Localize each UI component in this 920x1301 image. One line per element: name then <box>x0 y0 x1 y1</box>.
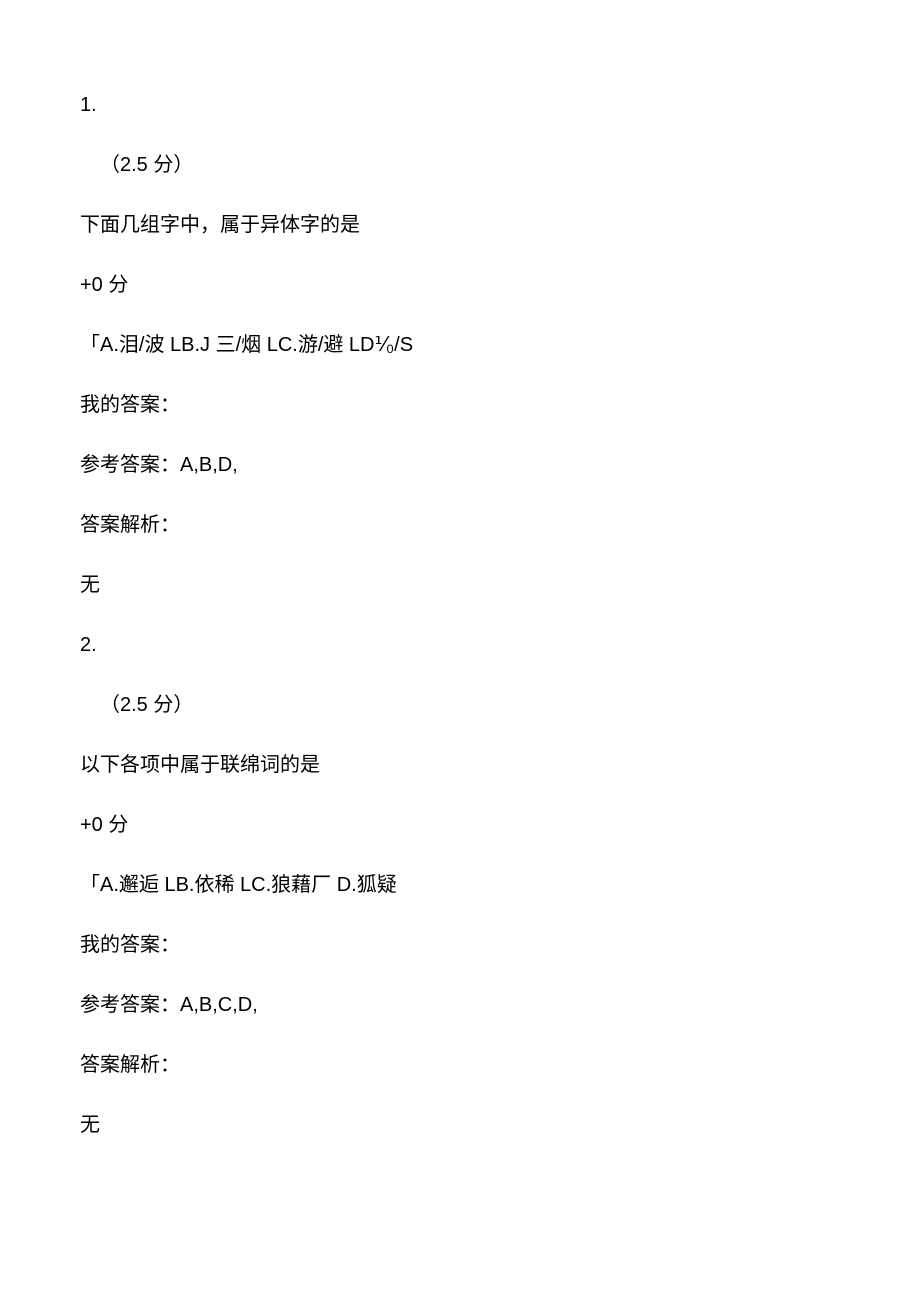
analysis-content: 无 <box>80 570 840 600</box>
question-points: （2.5 分） <box>80 690 840 720</box>
question-number: 1. <box>80 90 840 120</box>
analysis-label: 答案解析： <box>80 510 840 540</box>
question-options: 「A.泪/波 LB.J 三/烟 LC.游/避 LD⅟₀/S <box>80 330 840 360</box>
reference-answer: 参考答案：A,B,C,D, <box>80 990 840 1020</box>
my-answer-label: 我的答案： <box>80 930 840 960</box>
analysis-label: 答案解析： <box>80 1050 840 1080</box>
question-points: （2.5 分） <box>80 150 840 180</box>
question-score: +0 分 <box>80 270 840 300</box>
analysis-content: 无 <box>80 1110 840 1140</box>
question-prompt: 下面几组字中，属于异体字的是 <box>80 210 840 240</box>
question-options: 「A.邂逅 LB.依稀 LC.狼藉厂 D.狐疑 <box>80 870 840 900</box>
question-prompt: 以下各项中属于联绵词的是 <box>80 750 840 780</box>
question-number: 2. <box>80 630 840 660</box>
question-block: 2. （2.5 分） 以下各项中属于联绵词的是 +0 分 「A.邂逅 LB.依稀… <box>80 630 840 1140</box>
reference-answer: 参考答案：A,B,D, <box>80 450 840 480</box>
question-block: 1. （2.5 分） 下面几组字中，属于异体字的是 +0 分 「A.泪/波 LB… <box>80 90 840 600</box>
my-answer-label: 我的答案： <box>80 390 840 420</box>
question-score: +0 分 <box>80 810 840 840</box>
